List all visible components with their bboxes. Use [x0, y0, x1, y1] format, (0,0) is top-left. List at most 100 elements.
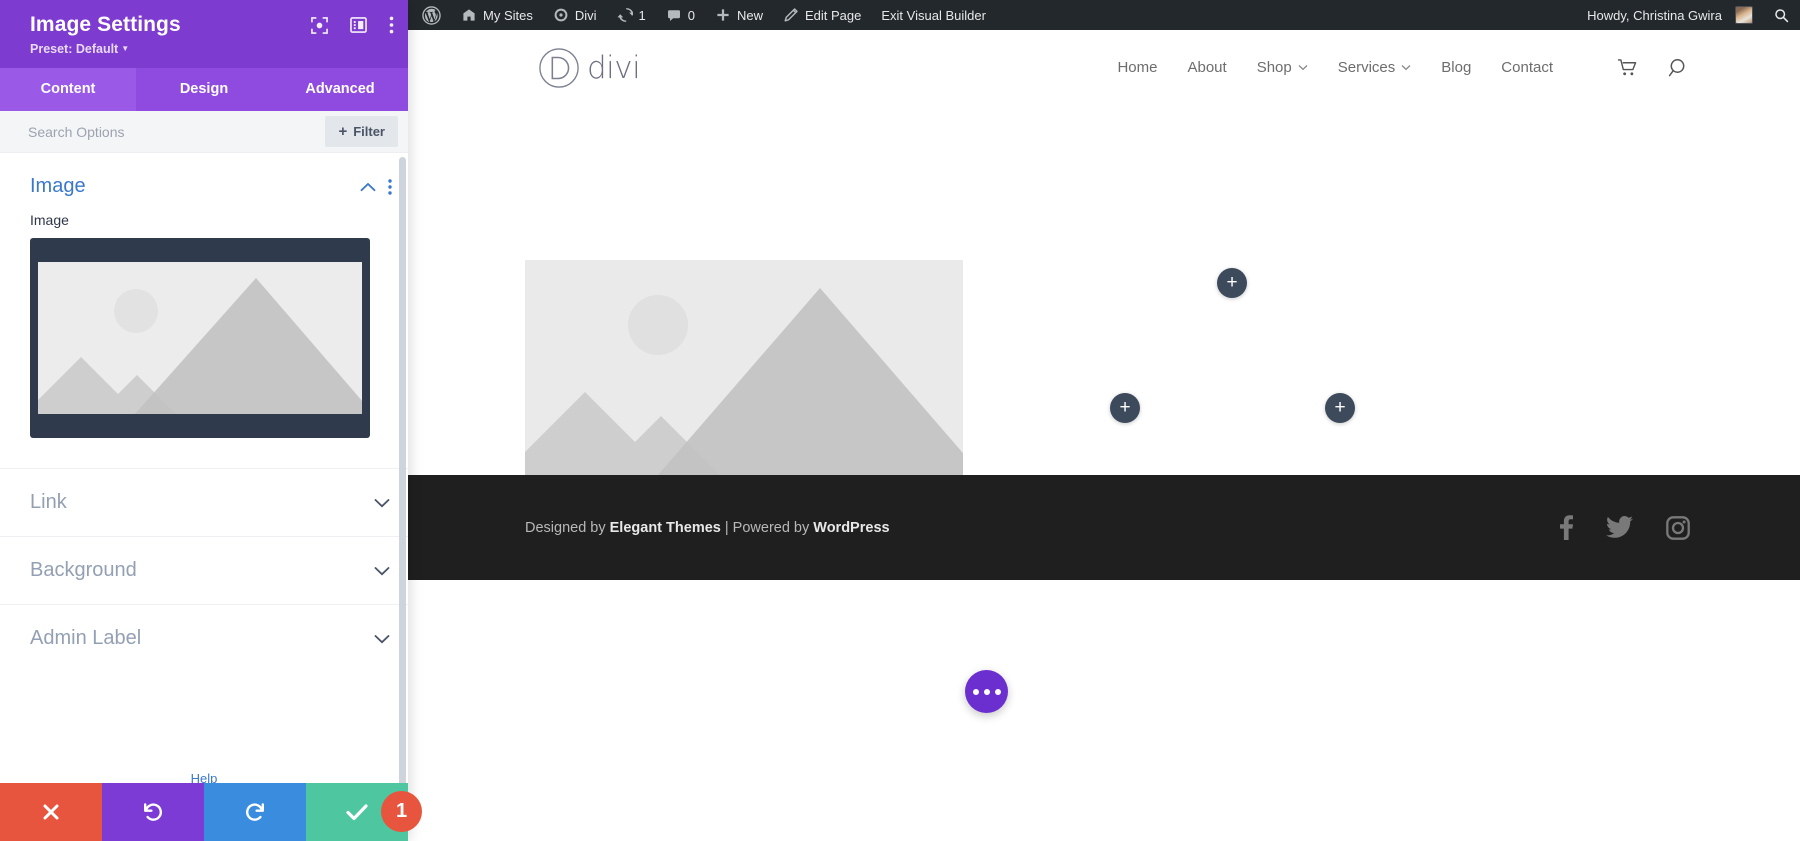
- search-icon: [1775, 8, 1789, 22]
- plus-icon: +: [338, 123, 348, 141]
- more-vertical-icon[interactable]: [388, 178, 392, 195]
- admin-bar-my-sites-label: My Sites: [483, 7, 533, 23]
- settings-panel-footer: 1: [0, 783, 422, 841]
- admin-bar-updates[interactable]: 1: [607, 0, 656, 30]
- section-link[interactable]: Link: [0, 468, 408, 536]
- nav-item-shop[interactable]: Shop: [1257, 59, 1308, 76]
- add-module-middle-right[interactable]: +: [1325, 393, 1355, 423]
- nav-item-blog[interactable]: Blog: [1441, 59, 1471, 76]
- image-upload-preview[interactable]: [0, 238, 408, 468]
- ellipsis-icon-dot-1: [972, 688, 979, 695]
- admin-bar-comments[interactable]: 0: [656, 0, 705, 30]
- tab-design-label: Design: [179, 81, 229, 98]
- instagram-icon[interactable]: [1666, 515, 1690, 540]
- footer-credit-separator: |: [720, 519, 733, 536]
- avatar: [1735, 6, 1753, 24]
- nav-item-contact[interactable]: Contact: [1501, 59, 1553, 76]
- footer-credit-brand-wordpress[interactable]: WordPress: [813, 520, 889, 536]
- add-module-top-right-label: +: [1226, 272, 1238, 293]
- site-nav: Home About Shop Services Blog Contact: [1117, 57, 1690, 79]
- undo-button[interactable]: [102, 783, 204, 841]
- settings-panel-header: Image Settings Preset: Default ▼: [0, 0, 408, 69]
- admin-bar-exit-visual-builder[interactable]: Exit Visual Builder: [871, 0, 996, 30]
- tab-advanced[interactable]: Advanced: [272, 68, 408, 111]
- tab-advanced-label: Advanced: [305, 81, 375, 98]
- filter-button-label: Filter: [353, 124, 385, 140]
- site-header: divi Home About Shop Services Blog Conta…: [408, 30, 1800, 105]
- more-vertical-icon[interactable]: [389, 16, 394, 34]
- admin-bar-new[interactable]: New: [705, 0, 773, 30]
- wordpress-admin-bar: My Sites Divi 1 0 New Edit Page Exit Vis…: [408, 0, 1800, 30]
- nav-item-about[interactable]: About: [1187, 59, 1226, 76]
- footer-credit: Designed by Elegant Themes | Powered by …: [525, 520, 890, 536]
- visual-builder-menu-button[interactable]: [965, 670, 1008, 713]
- help-link[interactable]: Help: [0, 771, 408, 783]
- cancel-button[interactable]: [0, 783, 102, 841]
- caret-down-icon: ▼: [121, 44, 130, 54]
- add-module-top-right[interactable]: +: [1217, 268, 1247, 298]
- admin-bar-edit-page[interactable]: Edit Page: [773, 0, 871, 30]
- footer-credit-prefix: Designed by: [525, 519, 610, 536]
- search-icon[interactable]: [1668, 57, 1690, 79]
- chevron-down-icon: [1401, 65, 1411, 71]
- chevron-down-icon[interactable]: [374, 634, 390, 644]
- comment-icon: [667, 10, 680, 21]
- nav-item-services[interactable]: Services: [1338, 59, 1412, 76]
- chevron-down-icon[interactable]: [374, 498, 390, 508]
- admin-bar-my-sites[interactable]: My Sites: [451, 0, 543, 30]
- section-background[interactable]: Background: [0, 536, 408, 604]
- focus-icon[interactable]: [311, 16, 328, 34]
- site-canvas: divi Home About Shop Services Blog Conta…: [408, 30, 1800, 841]
- admin-bar-search[interactable]: [1763, 0, 1800, 30]
- undo-icon: [144, 803, 163, 821]
- section-admin-label[interactable]: Admin Label: [0, 604, 408, 672]
- filter-button[interactable]: + Filter: [325, 116, 398, 148]
- admin-bar-updates-count: 1: [638, 7, 646, 23]
- footer-credit-brand-elegant-themes[interactable]: Elegant Themes: [610, 520, 721, 536]
- nav-item-services-label: Services: [1337, 59, 1396, 76]
- nav-item-about-label: About: [1187, 59, 1227, 76]
- layout-panel-icon[interactable]: [350, 17, 367, 33]
- section-image-title: Image: [30, 175, 86, 198]
- admin-bar-account[interactable]: Howdy, Christina Gwira: [1577, 0, 1763, 30]
- cart-icon[interactable]: [1617, 58, 1638, 77]
- redo-icon: [245, 803, 264, 821]
- section-image-header[interactable]: Image: [0, 153, 408, 212]
- settings-tabs: Content Design Advanced: [0, 68, 408, 112]
- pencil-icon: [784, 8, 798, 22]
- preset-selector[interactable]: Preset: Default ▼: [30, 42, 392, 56]
- nav-item-home-label: Home: [1117, 59, 1158, 76]
- plus-icon: [717, 9, 729, 21]
- search-input[interactable]: [28, 123, 326, 140]
- close-icon: [43, 804, 59, 820]
- facebook-icon[interactable]: [1560, 515, 1573, 540]
- add-module-middle-right-label: +: [1334, 397, 1346, 418]
- updates-icon: [616, 8, 633, 22]
- nav-item-home[interactable]: Home: [1117, 59, 1157, 76]
- nav-item-contact-label: Contact: [1501, 59, 1553, 76]
- admin-bar-wordpress-logo[interactable]: [408, 0, 451, 30]
- save-button[interactable]: 1: [306, 783, 422, 841]
- add-module-middle-left[interactable]: +: [1110, 393, 1140, 423]
- tab-content[interactable]: Content: [0, 68, 136, 112]
- chevron-down-icon[interactable]: [374, 566, 390, 576]
- site-logo[interactable]: divi: [538, 47, 641, 89]
- tab-design[interactable]: Design: [136, 68, 272, 111]
- image-module-placeholder[interactable]: [525, 260, 963, 482]
- redo-button[interactable]: [204, 783, 306, 841]
- add-module-middle-left-label: +: [1119, 397, 1131, 418]
- settings-panel-scrollbar[interactable]: [399, 157, 406, 788]
- admin-bar-exit-label: Exit Visual Builder: [881, 7, 986, 23]
- site-logo-text: divi: [587, 49, 641, 86]
- footer-social-links: [1560, 515, 1690, 540]
- ellipsis-icon-dot-3: [994, 688, 1001, 695]
- sites-icon: [463, 9, 475, 21]
- chevron-up-icon[interactable]: [360, 182, 376, 192]
- visual-builder-screen: My Sites Divi 1 0 New Edit Page Exit Vis…: [0, 0, 1800, 841]
- section-admin-label-title: Admin Label: [30, 627, 142, 650]
- admin-bar-edit-page-label: Edit Page: [805, 7, 862, 23]
- status-badge-count: 1: [395, 800, 408, 822]
- admin-bar-divi[interactable]: Divi: [543, 0, 607, 30]
- help-link-label: Help: [190, 771, 218, 783]
- twitter-icon[interactable]: [1606, 516, 1633, 539]
